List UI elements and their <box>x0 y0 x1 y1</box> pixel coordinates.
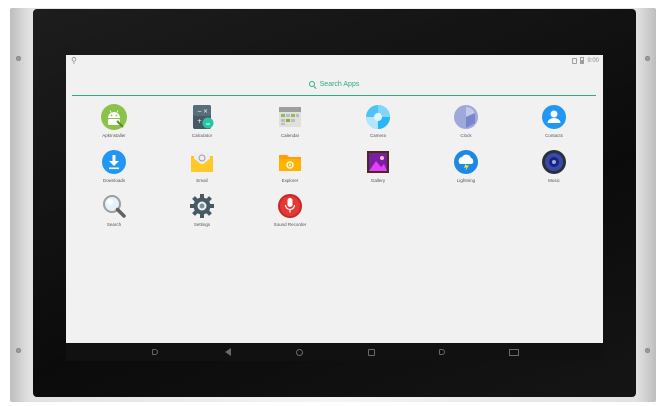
app-lightning[interactable]: Lightning <box>431 149 501 183</box>
app-label: ApkInstaller <box>102 133 126 138</box>
app-sound-recorder[interactable]: Sound Recorder <box>255 193 325 227</box>
app-label: Sound Recorder <box>273 222 307 227</box>
calculator-icon: − × + = <box>189 104 215 130</box>
svg-text:×: × <box>203 108 208 115</box>
app-explorer[interactable]: Explorer <box>255 149 325 183</box>
screenshot-button[interactable] <box>507 347 521 357</box>
app-label: Downloads <box>102 178 126 183</box>
email-icon <box>189 149 215 175</box>
svg-text:+: + <box>197 118 202 125</box>
contacts-icon <box>541 104 567 130</box>
downloads-icon <box>101 149 127 175</box>
android-installer-icon <box>101 104 127 130</box>
screw-bottom-right <box>645 348 650 353</box>
app-gallery[interactable]: Gallery <box>343 149 413 183</box>
tablet-screen: ⚲ 9:00 Search Apps ApkInstaller − × + = … <box>66 55 603 361</box>
app-label: Settings <box>193 222 211 227</box>
app-label: Calculator <box>191 133 213 138</box>
app-settings[interactable]: Settings <box>167 193 237 227</box>
volume-down-icon <box>152 349 158 355</box>
svg-text:−: − <box>197 108 202 115</box>
microphone-icon <box>277 193 303 219</box>
app-search[interactable]: Search <box>79 193 149 227</box>
app-label: Lightning <box>456 178 476 183</box>
app-label: Email <box>196 178 208 183</box>
home-button[interactable] <box>294 347 304 357</box>
app-calculator[interactable]: − × + = Calculator <box>167 104 237 138</box>
app-camera[interactable]: Camera <box>343 104 413 138</box>
home-icon <box>295 348 303 356</box>
volume-down-button[interactable] <box>150 347 160 357</box>
clock-icon <box>453 104 479 130</box>
lightning-browser-icon <box>453 149 479 175</box>
screw-top-left <box>16 56 21 61</box>
volume-up-button[interactable] <box>437 347 447 357</box>
app-contacts[interactable]: Contacts <box>519 104 589 138</box>
svg-text:=: = <box>206 121 211 128</box>
music-speaker-icon <box>541 149 567 175</box>
app-label: Search <box>106 222 122 227</box>
app-grid: ApkInstaller − × + = Calculator Calendar… <box>66 55 603 361</box>
back-icon <box>225 348 231 356</box>
screw-bottom-left <box>16 348 21 353</box>
app-music[interactable]: Music <box>519 149 589 183</box>
gear-icon <box>189 193 215 219</box>
app-clock[interactable]: Clock <box>431 104 501 138</box>
app-label: Clock <box>460 133 472 138</box>
navigation-bar <box>66 343 603 361</box>
app-apkinstaller[interactable]: ApkInstaller <box>79 104 149 138</box>
magnifier-icon <box>101 193 127 219</box>
app-calendar[interactable]: Calendar <box>255 104 325 138</box>
camera-icon <box>365 104 391 130</box>
app-label: Explorer <box>281 178 299 183</box>
explorer-folder-icon <box>277 149 303 175</box>
screw-top-right <box>645 56 650 61</box>
app-label: Camera <box>369 133 386 138</box>
app-label: Contacts <box>545 133 563 138</box>
back-button[interactable] <box>223 347 233 357</box>
screenshot-icon <box>509 348 519 356</box>
gallery-icon <box>365 149 391 175</box>
app-label: Calendar <box>280 133 300 138</box>
calendar-icon <box>277 104 303 130</box>
app-label: Music <box>548 178 560 183</box>
volume-up-icon <box>439 349 445 355</box>
recents-button[interactable] <box>366 347 376 357</box>
app-downloads[interactable]: Downloads <box>79 149 149 183</box>
recents-icon <box>367 348 375 356</box>
app-label: Gallery <box>370 178 386 183</box>
app-email[interactable]: Email <box>167 149 237 183</box>
